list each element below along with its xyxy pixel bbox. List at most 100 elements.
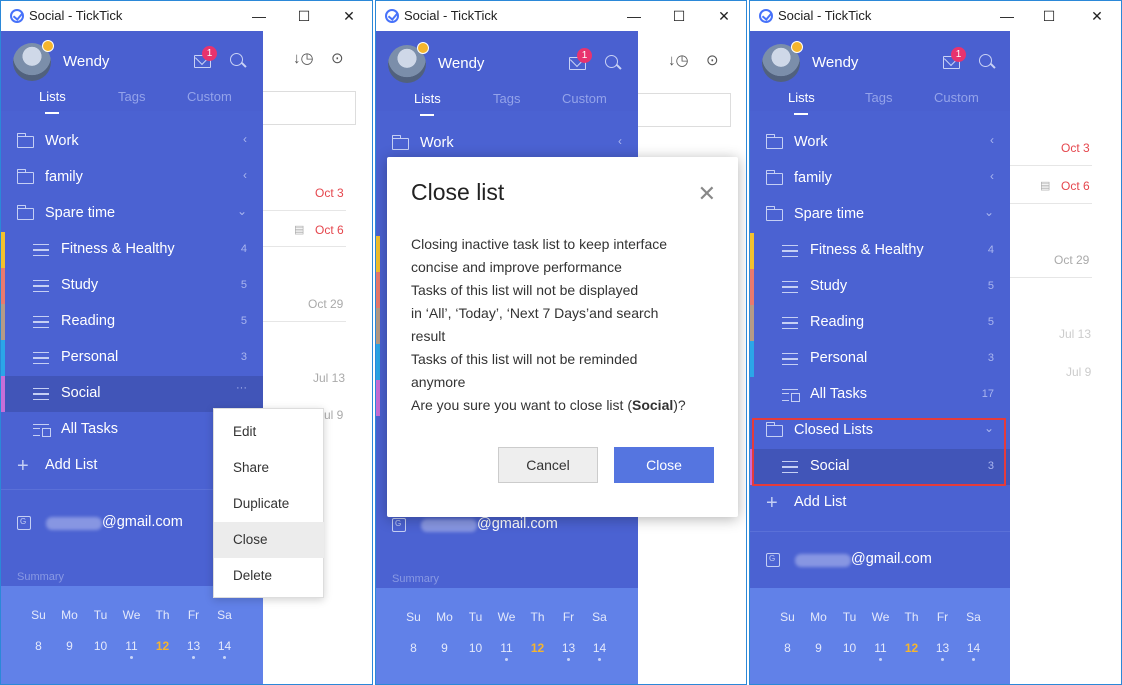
tab-tags[interactable]: Tags	[118, 89, 145, 104]
calendar-weekday: Su	[31, 608, 46, 622]
search-icon[interactable]	[230, 53, 243, 66]
calendar-day[interactable]: 8	[23, 639, 54, 653]
summary-row[interactable]: Summary	[376, 567, 638, 587]
list-color-stripe	[1, 304, 5, 340]
username[interactable]: Wendy	[812, 54, 858, 71]
sidebar-folder-spare-time[interactable]: Spare time ⌄	[1, 196, 263, 232]
sidebar-item-all-tasks[interactable]: All Tasks 17	[750, 377, 1010, 413]
calendar-day[interactable]: 12	[522, 641, 553, 655]
username[interactable]: Wendy	[438, 55, 484, 72]
close-icon[interactable]: ✕	[698, 181, 716, 207]
calendar-day[interactable]: 13	[927, 641, 958, 655]
sidebar-item-study[interactable]: Study 5	[1, 268, 263, 304]
more-options-icon[interactable]: ⊙	[331, 49, 344, 67]
calendar-day[interactable]: 11	[116, 639, 147, 653]
calendar-task-dot	[879, 658, 882, 661]
close-window-button[interactable]: ✕	[713, 5, 735, 27]
sidebar-folder-family[interactable]: family ‹	[750, 161, 1010, 197]
sidebar-item-study[interactable]: Study 5	[750, 269, 1010, 305]
calendar-day[interactable]: 10	[85, 639, 116, 653]
menu-item-close[interactable]: Close	[214, 522, 324, 558]
folder-label: Work	[45, 133, 79, 149]
calendar-day[interactable]: 14	[584, 641, 615, 655]
sidebar-folder-work[interactable]: Work ‹	[1, 124, 263, 160]
close-window-button[interactable]: ✕	[1086, 5, 1108, 27]
add-list-button[interactable]: + Add List	[750, 485, 1010, 521]
calendar-day[interactable]: 9	[429, 641, 460, 655]
calendar-day[interactable]: 9	[54, 639, 85, 653]
avatar[interactable]	[388, 42, 429, 83]
close-list-dialog: Close list ✕ Closing inactive task list …	[387, 157, 738, 517]
mini-calendar: Su Mo Tu We Th Fr Sa 8 9 10 11 12 13 14	[750, 588, 1010, 684]
calendar-weekday: Th	[530, 610, 545, 624]
premium-crown-icon	[791, 41, 803, 53]
maximize-button[interactable]: ☐	[293, 5, 315, 27]
maximize-button[interactable]: ☐	[1038, 5, 1060, 27]
sidebar-item-personal[interactable]: Personal 3	[1, 340, 263, 376]
tab-lists[interactable]: Lists	[788, 90, 815, 105]
folder-label: Work	[794, 134, 828, 150]
avatar[interactable]	[13, 40, 54, 81]
sidebar-folder-family[interactable]: family ‹	[1, 160, 263, 196]
summary-label: Summary	[392, 573, 440, 585]
avatar[interactable]	[762, 41, 803, 82]
list-count: 5	[240, 279, 247, 291]
minimize-button[interactable]: —	[623, 5, 645, 27]
cancel-button[interactable]: Cancel	[498, 447, 598, 483]
sidebar-folder-spare-time[interactable]: Spare time ⌄	[750, 197, 1010, 233]
calendar-day[interactable]: 12	[896, 641, 927, 655]
menu-item-delete[interactable]: Delete	[214, 558, 324, 594]
calendar-task-dot	[223, 656, 226, 659]
more-options-icon[interactable]: ⊙	[706, 51, 719, 69]
sidebar-item-social[interactable]: Social ···	[1, 376, 263, 412]
calendar-day[interactable]: 14	[958, 641, 989, 655]
tab-lists[interactable]: Lists	[414, 91, 441, 106]
calendar-day[interactable]: 13	[178, 639, 209, 653]
title-bar: Social - TickTick — ☐ ✕	[376, 1, 746, 31]
search-icon[interactable]	[979, 54, 992, 67]
tab-tags[interactable]: Tags	[493, 91, 520, 106]
sidebar-item-personal[interactable]: Personal 3	[750, 341, 1010, 377]
minimize-button[interactable]: —	[996, 5, 1018, 27]
calendar-day[interactable]: 11	[865, 641, 896, 655]
search-icon[interactable]	[605, 55, 618, 68]
menu-item-share[interactable]: Share	[214, 450, 324, 486]
sidebar-header: Wendy 1 Lists Tags Custom	[750, 31, 1010, 111]
minimize-button[interactable]: —	[248, 5, 270, 27]
username[interactable]: Wendy	[63, 53, 109, 70]
calendar-day[interactable]: 11	[491, 641, 522, 655]
more-icon[interactable]: ···	[236, 382, 247, 394]
calendar-day[interactable]: 14	[209, 639, 240, 653]
sort-icon[interactable]: ↓◷	[293, 49, 314, 67]
tab-lists[interactable]: Lists	[39, 89, 66, 104]
calendar-day[interactable]: 8	[398, 641, 429, 655]
sidebar-folder-work[interactable]: Work ‹	[750, 125, 1010, 161]
tab-tags[interactable]: Tags	[865, 90, 892, 105]
calendar-weekday: Fr	[936, 610, 949, 624]
sidebar-item-fitness[interactable]: Fitness & Healthy 4	[750, 233, 1010, 269]
calendar-day[interactable]: 8	[772, 641, 803, 655]
sort-icon[interactable]: ↓◷	[668, 51, 689, 69]
maximize-button[interactable]: ☐	[668, 5, 690, 27]
close-window-button[interactable]: ✕	[338, 5, 360, 27]
calendar-day[interactable]: 10	[834, 641, 865, 655]
confirm-close-button[interactable]: Close	[614, 447, 714, 483]
list-icon	[782, 281, 798, 293]
tab-custom[interactable]: Custom	[562, 91, 607, 106]
tab-custom[interactable]: Custom	[934, 90, 979, 105]
list-icon	[33, 352, 49, 364]
calendar-day[interactable]: 13	[553, 641, 584, 655]
context-menu: Edit Share Duplicate Close Delete	[213, 408, 324, 598]
menu-item-duplicate[interactable]: Duplicate	[214, 486, 324, 522]
tab-custom[interactable]: Custom	[187, 89, 232, 104]
sidebar-item-reading[interactable]: Reading 5	[750, 305, 1010, 341]
sidebar-item-fitness[interactable]: Fitness & Healthy 4	[1, 232, 263, 268]
add-task-input[interactable]	[638, 93, 731, 127]
account-row[interactable]: @gmail.com	[750, 542, 1010, 578]
menu-item-edit[interactable]: Edit	[214, 414, 324, 450]
sidebar-item-reading[interactable]: Reading 5	[1, 304, 263, 340]
add-task-input[interactable]	[263, 91, 356, 125]
calendar-day[interactable]: 9	[803, 641, 834, 655]
calendar-day[interactable]: 12	[147, 639, 178, 653]
calendar-day[interactable]: 10	[460, 641, 491, 655]
